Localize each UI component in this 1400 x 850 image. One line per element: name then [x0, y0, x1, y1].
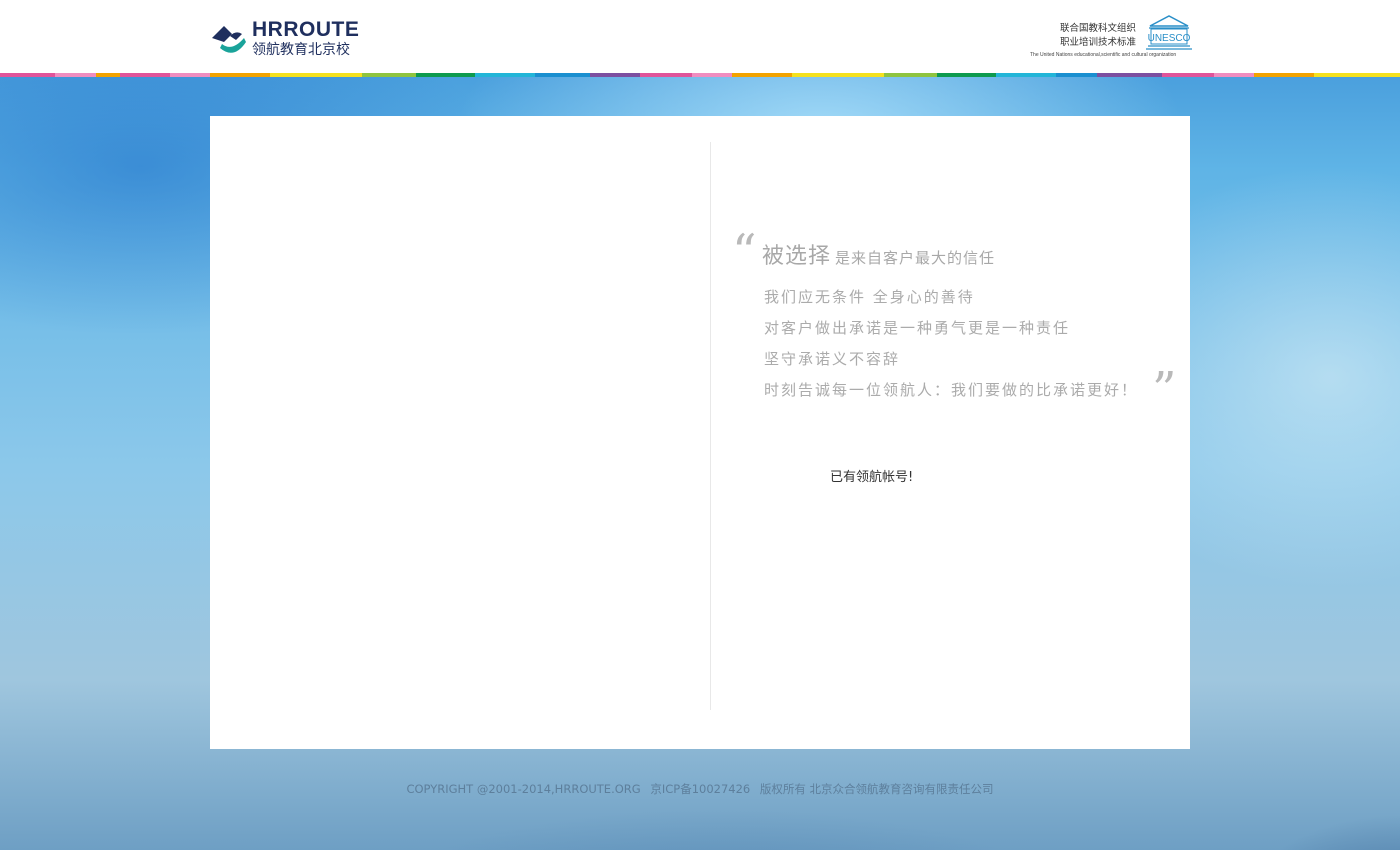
unesco-temple-icon: UNESCO [1146, 15, 1192, 50]
slogan-line: 坚守承诺义不容辞 [764, 350, 901, 368]
unesco-badge: 联合国教科文组织 职业培训技术标准 The United Nations edu… [1030, 14, 1192, 62]
slogan-line: 我们应无条件 全身心的善待 [764, 288, 975, 306]
slogan-heading-big: 被选择 [762, 244, 832, 269]
logo-chinese-text: 领航教育北京校 [252, 42, 350, 58]
card-divider [710, 142, 711, 710]
site-header: HRROUTE 领航教育北京校 联合国教科文组织 职业培训技术标准 The Un… [0, 0, 1400, 73]
footer-copyright: COPYRIGHT @2001-2014,HRROUTE.ORG [406, 782, 641, 796]
unesco-subtitle: The United Nations educational,scientifi… [1030, 52, 1177, 58]
footer-rights: 版权所有 北京众合领航教育咨询有限责任公司 [759, 782, 994, 796]
quote-open-icon: “ [732, 224, 757, 280]
slogan-heading: 被选择 是来自客户最大的信任 [762, 238, 995, 270]
login-card: “ 被选择 是来自客户最大的信任 我们应无条件 全身心的善待 对客户做出承诺是一种… [210, 116, 1190, 749]
hrroute-logo[interactable]: HRROUTE 领航教育北京校 [210, 18, 370, 60]
footer-icp[interactable]: 京ICP备10027426 [650, 782, 750, 796]
login-form-area [210, 116, 710, 749]
logo-mark-icon [212, 26, 246, 53]
unesco-icon-text: UNESCO [1148, 33, 1191, 44]
unesco-line-1: 联合国教科文组织 [1059, 23, 1136, 34]
unesco-line-2: 职业培训技术标准 [1059, 37, 1136, 48]
slogan-line: 时刻告诚每一位领航人：我们要做的比承诺更好！ [764, 381, 1139, 399]
slogan-line: 对客户做出承诺是一种勇气更是一种责任 [764, 319, 1071, 337]
slogan-heading-small: 是来自客户最大的信任 [835, 249, 996, 267]
rainbow-strip [0, 73, 1400, 77]
existing-account-link[interactable]: 已有领航帐号! [830, 466, 913, 485]
quote-close-icon: ” [1152, 362, 1177, 418]
site-footer: COPYRIGHT @2001-2014,HRROUTE.ORG 京ICP备10… [0, 781, 1400, 797]
